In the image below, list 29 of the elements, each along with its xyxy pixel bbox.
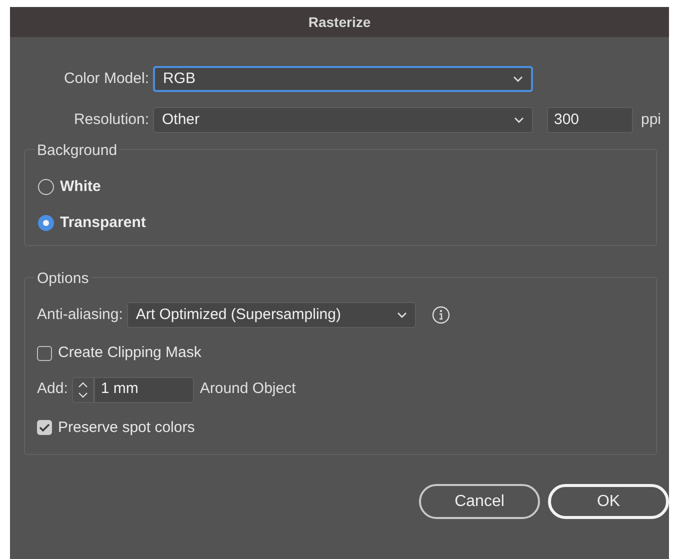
radio-label: Transparent <box>60 212 146 232</box>
dropdown[interactable]: Other <box>153 107 533 133</box>
radio-button[interactable] <box>38 214 54 231</box>
checkbox-label: Preserve spot colors <box>58 418 195 438</box>
dropdown[interactable]: RGB <box>153 66 533 92</box>
info-icon[interactable] <box>432 306 450 324</box>
chevron-down-icon <box>396 312 407 318</box>
field-label: Add: <box>37 379 69 400</box>
ppi-input[interactable]: 300 <box>547 107 633 133</box>
field-label: Anti-aliasing: <box>37 304 124 325</box>
field-suffix: Around Object <box>200 379 296 400</box>
checkbox-label: Create Clipping Mask <box>58 343 202 363</box>
checkmark-icon <box>39 423 50 432</box>
input-field[interactable]: 1 mm <box>94 376 194 402</box>
dropdown[interactable]: Art Optimized (Supersampling) <box>126 302 416 328</box>
chevron-down-icon <box>514 117 524 123</box>
checkbox[interactable] <box>37 346 52 361</box>
window-title: Rasterize <box>308 12 371 32</box>
chevron-down-icon <box>513 76 523 82</box>
checkbox[interactable] <box>37 420 52 436</box>
dialog-button[interactable]: Cancel <box>419 484 540 519</box>
dialog-button[interactable]: OK <box>548 484 669 519</box>
field-label: Color Model: <box>62 68 150 89</box>
radio-button[interactable] <box>38 179 54 196</box>
unit-label: ppi <box>641 110 662 130</box>
radio-label: White <box>60 177 101 197</box>
up-down-arrows-icon <box>78 380 88 398</box>
field-label: Resolution: <box>72 110 150 130</box>
stepper[interactable] <box>72 376 94 402</box>
